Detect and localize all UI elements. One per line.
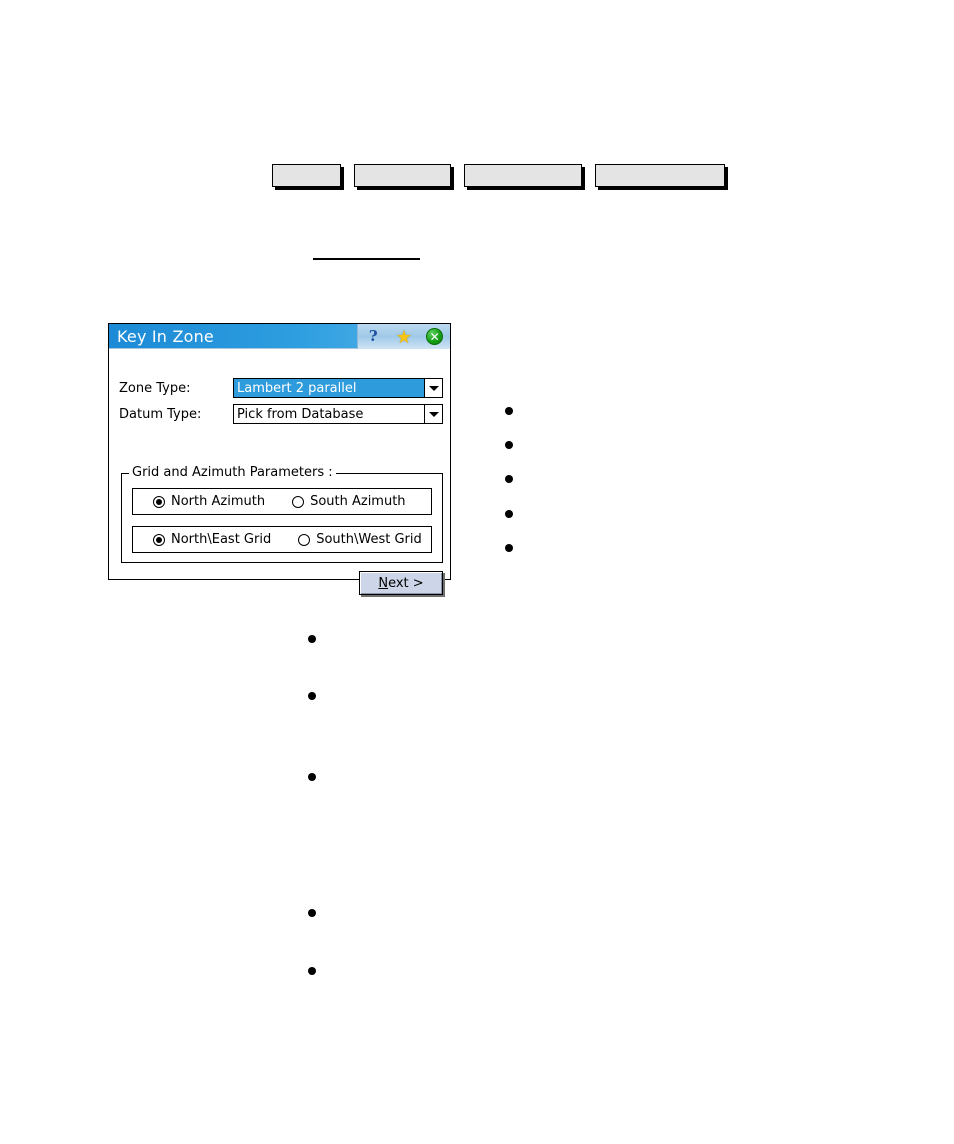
close-icon: ✕: [426, 328, 444, 345]
zone-type-value: Lambert 2 parallel: [234, 379, 424, 397]
dialog-title: Key In Zone: [117, 326, 214, 346]
radio-south-west-grid-label: South\West Grid: [316, 532, 422, 547]
key-in-zone-dialog: Key In Zone ? ★ ✕ Zone Type: Lambert 2 p…: [108, 323, 451, 595]
radio-indicator-selected: [153, 533, 165, 546]
star-icon: ★: [395, 326, 413, 347]
radio-south-azimuth[interactable]: South Azimuth: [292, 494, 406, 509]
help-button[interactable]: ?: [362, 326, 384, 348]
dialog-titlebar[interactable]: Key In Zone ? ★ ✕: [109, 324, 450, 349]
next-button[interactable]: Next >: [359, 571, 443, 595]
top-button-2[interactable]: [354, 164, 451, 187]
list-item: [308, 773, 316, 781]
radio-south-west-grid[interactable]: South\West Grid: [298, 532, 422, 547]
dialog-body: Zone Type: Lambert 2 parallel Datum Type…: [109, 349, 450, 595]
radio-indicator-unselected: [292, 495, 305, 508]
top-button-4[interactable]: [595, 164, 725, 187]
list-item: [308, 692, 316, 700]
datum-type-value: Pick from Database: [237, 406, 364, 422]
radio-indicator-unselected: [298, 533, 311, 546]
azimuth-radio-group: North Azimuth South Azimuth: [132, 488, 432, 515]
titlebar-icon-group: ? ★ ✕: [357, 324, 450, 349]
radio-north-azimuth-label: North Azimuth: [171, 494, 266, 509]
list-item: [308, 635, 316, 643]
next-button-accelerator: N: [378, 575, 389, 591]
top-button-3[interactable]: [464, 164, 582, 187]
chevron-down-icon[interactable]: [424, 379, 442, 397]
radio-indicator-selected: [153, 495, 165, 508]
grid-radio-group: North\East Grid South\West Grid: [132, 526, 432, 553]
radio-north-east-grid-label: North\East Grid: [171, 532, 272, 547]
radio-north-azimuth[interactable]: North Azimuth: [153, 494, 265, 509]
favorite-button[interactable]: ★: [393, 326, 415, 348]
list-item: [308, 909, 316, 917]
top-button-1[interactable]: [272, 164, 341, 187]
datum-type-label: Datum Type:: [119, 407, 202, 422]
list-item: [505, 407, 513, 415]
next-button-label: ext >: [388, 575, 424, 591]
list-item: [505, 510, 513, 518]
groupbox-title: Grid and Azimuth Parameters :: [129, 465, 336, 480]
list-item: [308, 967, 316, 975]
zone-type-label: Zone Type:: [119, 381, 191, 396]
section-underline: [313, 258, 420, 260]
list-item: [505, 475, 513, 483]
close-x-glyph: ✕: [429, 329, 440, 344]
list-item: [505, 441, 513, 449]
top-button-row: [272, 164, 738, 187]
zone-type-combobox[interactable]: Lambert 2 parallel: [233, 378, 443, 398]
radio-north-east-grid[interactable]: North\East Grid: [153, 532, 271, 547]
question-mark-icon: ?: [368, 327, 378, 345]
datum-type-combobox[interactable]: Pick from Database: [233, 404, 443, 424]
list-item: [505, 544, 513, 552]
radio-south-azimuth-label: South Azimuth: [310, 494, 406, 509]
grid-azimuth-groupbox: Grid and Azimuth Parameters : North Azim…: [121, 465, 443, 563]
close-button[interactable]: ✕: [424, 326, 446, 348]
chevron-down-icon[interactable]: [424, 405, 442, 423]
